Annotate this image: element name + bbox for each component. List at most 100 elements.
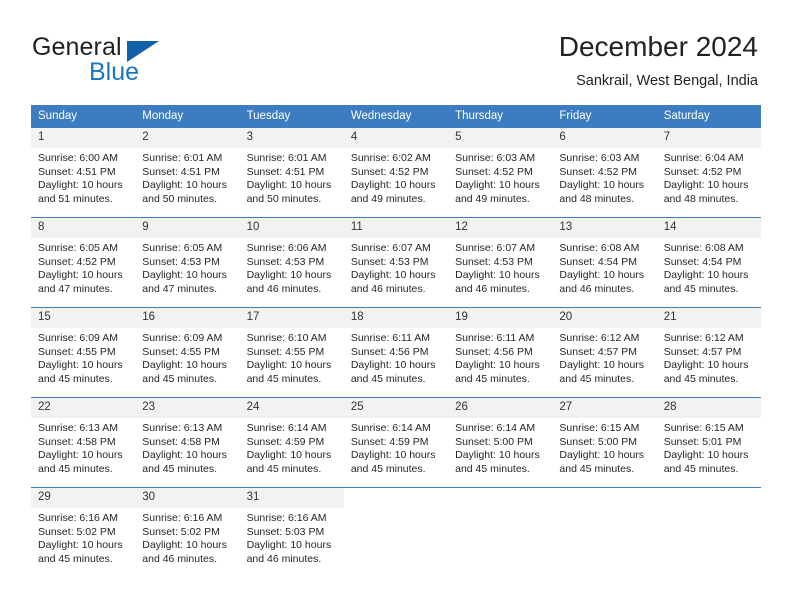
sunrise-text: Sunrise: 6:07 AM [350, 242, 431, 254]
day-cell[interactable]: 20 Sunrise: 6:12 AM Sunset: 4:57 PM Dayl… [552, 307, 657, 398]
sunset-text: Sunset: 4:56 PM [350, 345, 429, 358]
sunrise-text: Sunrise: 6:12 AM [559, 332, 640, 344]
sunrise-text: Sunrise: 6:15 AM [559, 422, 640, 434]
sunset-text: Sunset: 4:56 PM [455, 345, 533, 358]
day-cell[interactable]: 7 Sunrise: 6:04 AM Sunset: 4:52 PM Dayli… [656, 128, 761, 218]
day-number: 13 [552, 218, 657, 238]
day-number: 9 [135, 218, 240, 238]
day-cell[interactable]: 16 Sunrise: 6:09 AM Sunset: 4:55 PM Dayl… [135, 307, 240, 398]
sunset-text: Sunset: 5:02 PM [38, 525, 116, 538]
day-cell[interactable]: 31 Sunrise: 6:16 AM Sunset: 5:03 PM Dayl… [239, 487, 344, 577]
day-details: Sunrise: 6:05 AM Sunset: 4:52 PM Dayligh… [31, 238, 135, 296]
day-cell[interactable]: 4 Sunrise: 6:02 AM Sunset: 4:52 PM Dayli… [343, 128, 449, 218]
day-cell[interactable]: 17 Sunrise: 6:10 AM Sunset: 4:55 PM Dayl… [239, 307, 344, 398]
page-title: December 2024 [558, 31, 758, 62]
day-cell[interactable]: 27 Sunrise: 6:15 AM Sunset: 5:00 PM Dayl… [552, 397, 657, 488]
day-cell[interactable]: 23 Sunrise: 6:13 AM Sunset: 4:58 PM Dayl… [135, 397, 240, 488]
sunset-text: Sunset: 5:01 PM [663, 435, 742, 448]
daylight-text-line1: Daylight: 10 hours [350, 449, 436, 462]
day-cell[interactable]: 12 Sunrise: 6:07 AM Sunset: 4:53 PM Dayl… [448, 217, 553, 308]
daylight-text-line2: and 46 minutes. [350, 282, 426, 295]
general-blue-logo: General Blue [32, 33, 262, 91]
day-details: Sunrise: 6:09 AM Sunset: 4:55 PM Dayligh… [31, 328, 135, 386]
day-details: Sunrise: 6:14 AM Sunset: 4:59 PM Dayligh… [344, 418, 448, 476]
sunset-text: Sunset: 4:57 PM [663, 345, 742, 358]
sunrise-text: Sunrise: 6:03 AM [455, 152, 536, 164]
daylight-text-line2: and 45 minutes. [246, 462, 322, 475]
sunrise-text: Sunrise: 6:13 AM [38, 422, 118, 434]
sunset-text: Sunset: 4:55 PM [38, 345, 116, 358]
day-cell[interactable]: 14 Sunrise: 6:08 AM Sunset: 4:54 PM Dayl… [656, 217, 761, 308]
day-cell-empty [656, 487, 761, 577]
day-cell[interactable]: 30 Sunrise: 6:16 AM Sunset: 5:02 PM Dayl… [135, 487, 240, 577]
day-number: 14 [656, 218, 761, 238]
daylight-text-line2: and 47 minutes. [142, 282, 217, 295]
day-cell[interactable]: 13 Sunrise: 6:08 AM Sunset: 4:54 PM Dayl… [552, 217, 657, 308]
sunset-text: Sunset: 4:51 PM [38, 165, 116, 178]
sunrise-text: Sunrise: 6:07 AM [455, 242, 536, 254]
day-cell[interactable]: 9 Sunrise: 6:05 AM Sunset: 4:53 PM Dayli… [135, 217, 240, 308]
daylight-text-line2: and 50 minutes. [142, 192, 217, 205]
sunrise-text: Sunrise: 6:15 AM [663, 422, 744, 434]
daylight-text-line2: and 47 minutes. [38, 282, 113, 295]
day-details: Sunrise: 6:00 AM Sunset: 4:51 PM Dayligh… [31, 148, 135, 206]
day-details: Sunrise: 6:15 AM Sunset: 5:00 PM Dayligh… [552, 418, 656, 476]
day-number: 30 [135, 488, 240, 508]
daylight-text-line2: and 46 minutes. [559, 282, 635, 295]
day-cell[interactable]: 5 Sunrise: 6:03 AM Sunset: 4:52 PM Dayli… [448, 128, 553, 218]
day-number: 11 [343, 218, 449, 238]
calendar-week-row: 22 Sunrise: 6:13 AM Sunset: 4:58 PM Dayl… [31, 397, 761, 488]
daylight-text-line1: Daylight: 10 hours [559, 269, 645, 282]
weekday-header-friday: Friday [552, 105, 657, 128]
daylight-text-line2: and 49 minutes. [350, 192, 426, 205]
day-cell[interactable]: 29 Sunrise: 6:16 AM Sunset: 5:02 PM Dayl… [31, 487, 136, 577]
day-cell[interactable]: 18 Sunrise: 6:11 AM Sunset: 4:56 PM Dayl… [343, 307, 449, 398]
day-number: 2 [135, 128, 240, 148]
day-number [448, 488, 552, 508]
day-cell[interactable]: 10 Sunrise: 6:06 AM Sunset: 4:53 PM Dayl… [239, 217, 344, 308]
day-cell[interactable]: 15 Sunrise: 6:09 AM Sunset: 4:55 PM Dayl… [31, 307, 136, 398]
day-cell[interactable]: 21 Sunrise: 6:12 AM Sunset: 4:57 PM Dayl… [656, 307, 761, 398]
weekday-header-tuesday: Tuesday [239, 105, 344, 128]
day-details: Sunrise: 6:01 AM Sunset: 4:51 PM Dayligh… [240, 148, 344, 206]
day-number: 26 [448, 398, 553, 418]
sunrise-text: Sunrise: 6:16 AM [246, 512, 327, 524]
day-cell[interactable]: 22 Sunrise: 6:13 AM Sunset: 4:58 PM Dayl… [31, 397, 136, 488]
sunset-text: Sunset: 4:59 PM [350, 435, 429, 448]
day-cell[interactable]: 26 Sunrise: 6:14 AM Sunset: 5:00 PM Dayl… [448, 397, 553, 488]
sunrise-text: Sunrise: 6:12 AM [663, 332, 744, 344]
daylight-text-line1: Daylight: 10 hours [38, 539, 123, 552]
day-cell[interactable]: 6 Sunrise: 6:03 AM Sunset: 4:52 PM Dayli… [552, 128, 657, 218]
day-cell[interactable]: 2 Sunrise: 6:01 AM Sunset: 4:51 PM Dayli… [135, 128, 240, 218]
daylight-text-line2: and 45 minutes. [663, 282, 739, 295]
day-details: Sunrise: 6:08 AM Sunset: 4:54 PM Dayligh… [657, 238, 761, 296]
day-details: Sunrise: 6:16 AM Sunset: 5:02 PM Dayligh… [135, 508, 239, 566]
day-details: Sunrise: 6:12 AM Sunset: 4:57 PM Dayligh… [552, 328, 656, 386]
daylight-text-line2: and 49 minutes. [455, 192, 530, 205]
daylight-text-line1: Daylight: 10 hours [246, 179, 332, 192]
sunrise-text: Sunrise: 6:09 AM [142, 332, 223, 344]
sunset-text: Sunset: 4:52 PM [38, 255, 116, 268]
weekday-header-sunday: Sunday [31, 105, 136, 128]
day-cell[interactable]: 25 Sunrise: 6:14 AM Sunset: 4:59 PM Dayl… [343, 397, 449, 488]
daylight-text-line1: Daylight: 10 hours [38, 359, 123, 372]
day-cell[interactable]: 11 Sunrise: 6:07 AM Sunset: 4:53 PM Dayl… [343, 217, 449, 308]
day-number: 19 [448, 308, 553, 328]
day-cell[interactable]: 24 Sunrise: 6:14 AM Sunset: 4:59 PM Dayl… [239, 397, 344, 488]
day-cell[interactable]: 28 Sunrise: 6:15 AM Sunset: 5:01 PM Dayl… [656, 397, 761, 488]
sunrise-text: Sunrise: 6:01 AM [246, 152, 327, 164]
day-details: Sunrise: 6:09 AM Sunset: 4:55 PM Dayligh… [135, 328, 239, 386]
daylight-text-line1: Daylight: 10 hours [559, 449, 645, 462]
day-number: 6 [552, 128, 657, 148]
day-details: Sunrise: 6:16 AM Sunset: 5:02 PM Dayligh… [31, 508, 135, 566]
day-cell[interactable]: 19 Sunrise: 6:11 AM Sunset: 4:56 PM Dayl… [448, 307, 553, 398]
day-cell[interactable]: 1 Sunrise: 6:00 AM Sunset: 4:51 PM Dayli… [31, 128, 136, 218]
daylight-text-line2: and 45 minutes. [455, 372, 530, 385]
daylight-text-line1: Daylight: 10 hours [246, 449, 332, 462]
day-cell[interactable]: 8 Sunrise: 6:05 AM Sunset: 4:52 PM Dayli… [31, 217, 136, 308]
sunrise-text: Sunrise: 6:14 AM [350, 422, 431, 434]
day-number: 24 [239, 398, 344, 418]
day-cell[interactable]: 3 Sunrise: 6:01 AM Sunset: 4:51 PM Dayli… [239, 128, 344, 218]
calendar-page: General Blue December 2024 Sankrail, Wes… [0, 0, 792, 612]
daylight-text-line2: and 46 minutes. [455, 282, 530, 295]
